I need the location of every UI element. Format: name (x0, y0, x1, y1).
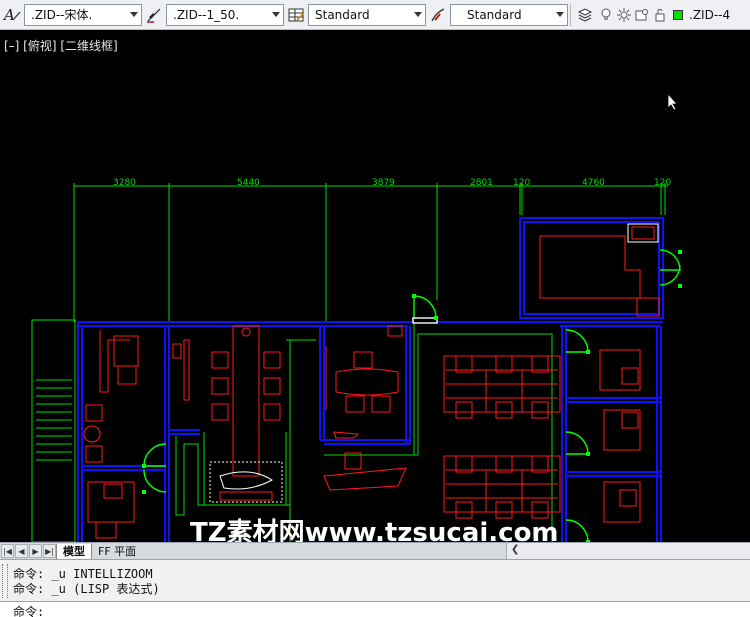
tab-ff-plan[interactable]: FF 平面 (92, 544, 142, 559)
dimension-lines (73, 183, 668, 322)
viewport-freeze-icon[interactable] (634, 7, 650, 23)
furniture (83, 223, 660, 539)
tab-model[interactable]: 模型 (56, 543, 92, 559)
prev-tab-button[interactable]: ◀ (15, 544, 28, 558)
dimension-text: 120 (654, 178, 671, 188)
chevron-down-icon[interactable] (127, 5, 141, 25)
dimension-text: 3280 (113, 178, 136, 188)
dimension-text: 3879 (372, 178, 395, 188)
layer-properties-icon[interactable] (573, 3, 597, 27)
command-prompt: 命令: (13, 605, 45, 617)
floor-plan-drawing: 3280 5440 3879 2801 120 4760 120 (31, 178, 682, 542)
command-history-line: 命令: _u (LISP 表达式) (13, 582, 160, 596)
chevron-down-icon[interactable] (553, 5, 567, 25)
dim-style-value: .ZID--1_50. (173, 7, 240, 22)
chevron-down-icon[interactable] (269, 5, 283, 25)
lock-icon[interactable] (652, 7, 668, 23)
dimension-text: 2801 (470, 178, 493, 188)
chevron-down-icon[interactable] (411, 5, 425, 25)
first-tab-button[interactable]: |◀ (1, 544, 14, 558)
next-tab-button[interactable]: ▶ (29, 544, 42, 558)
drawing-viewport[interactable]: [–] [俯视] [二维线框] 3280 5440 3879 2801 120 (0, 30, 750, 542)
autocad-window: A .ZID--宋体. .ZID--1_50. Standard Standar… (0, 0, 750, 617)
dimension-text: 4760 (582, 178, 605, 188)
properties-toolbar: A .ZID--宋体. .ZID--1_50. Standard Standar… (0, 0, 750, 30)
horizontal-scrollbar[interactable]: ❮ (506, 543, 750, 559)
svg-text:A: A (3, 6, 15, 24)
text-style-select[interactable]: .ZID--宋体. (24, 3, 142, 26)
mouse-cursor-icon (667, 92, 679, 115)
sun-icon[interactable] (616, 7, 632, 23)
table-style-icon[interactable] (284, 3, 308, 27)
dimension-text: 120 (513, 178, 530, 188)
watermark-text: TZ素材网www.tzsucai.com (190, 518, 559, 542)
table-style-value: Standard (315, 7, 370, 22)
current-layer[interactable]: .ZID--4 (689, 8, 730, 22)
mleader-style-select[interactable]: Standard (450, 3, 568, 26)
command-history: 命令: _u INTELLIZOOM 命令: _u (LISP 表达式) (0, 559, 750, 601)
layout-tab-bar: |◀ ◀ ▶ ▶| 模型 FF 平面 ❮ (0, 542, 750, 559)
door-markers (142, 250, 682, 542)
dim-style-select[interactable]: .ZID--1_50. (166, 3, 284, 26)
layer-color-swatch (670, 7, 686, 23)
doors (143, 249, 681, 542)
mleader-style-value: Standard (467, 7, 522, 22)
command-input[interactable]: 命令: (0, 601, 750, 617)
mleader-style-icon[interactable] (426, 3, 450, 27)
walls (77, 217, 664, 542)
toolbar-separator (570, 3, 571, 26)
lightbulb-icon[interactable] (598, 7, 614, 23)
dim-style-icon[interactable] (142, 3, 166, 27)
staircase (31, 319, 76, 542)
text-style-icon[interactable]: A (0, 3, 24, 27)
command-window-grip[interactable] (2, 564, 8, 598)
table-style-select[interactable]: Standard (308, 3, 426, 26)
dimension-text: 5440 (237, 178, 260, 188)
last-tab-button[interactable]: ▶| (43, 544, 56, 558)
text-style-value: .ZID--宋体. (31, 8, 93, 22)
chevron-left-icon[interactable]: ❮ (511, 544, 519, 555)
